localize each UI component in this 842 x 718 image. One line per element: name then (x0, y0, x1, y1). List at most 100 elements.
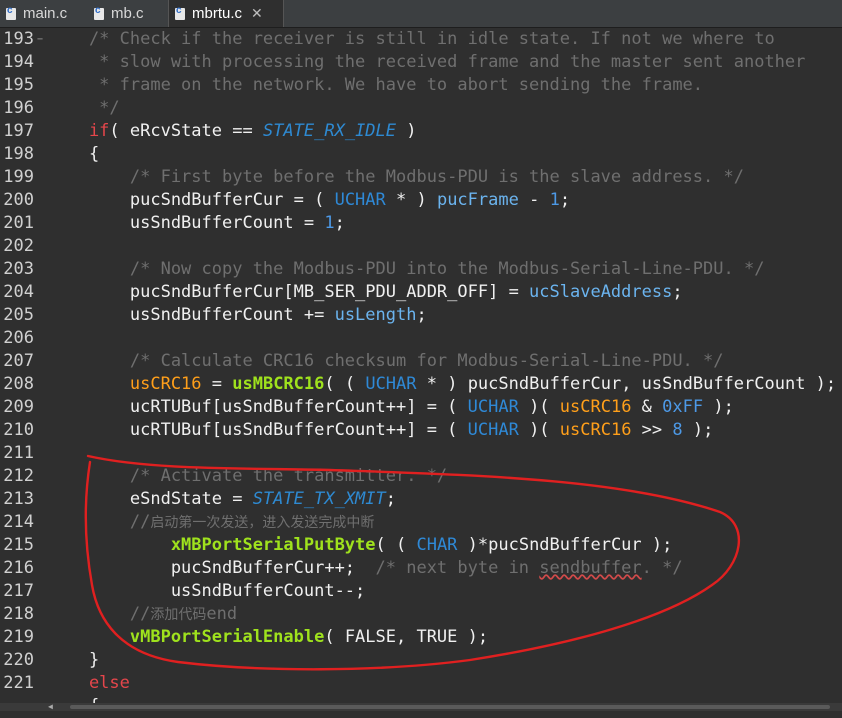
code-token: } (48, 650, 100, 670)
code-token: /* Check if the receiver is still in idl… (48, 29, 775, 49)
code-token: * slow with processing the received fram… (48, 52, 806, 72)
code-line[interactable]: usSndBufferCount--; (48, 580, 365, 603)
code-token: UCHAR (334, 190, 386, 210)
code-line[interactable]: /* Check if the receiver is still in idl… (48, 28, 775, 51)
code-line[interactable]: eSndState = STATE_TX_XMIT; (48, 488, 396, 511)
code-token: * ) (385, 190, 437, 210)
code-token: )( (518, 397, 560, 417)
line-number: 195 (3, 75, 34, 95)
code-token: - (518, 190, 550, 210)
fold-collapse-icon[interactable]: − (37, 28, 43, 51)
code-token: * frame on the network. We have to abort… (48, 75, 704, 95)
code-line[interactable]: usSndBufferCount += usLength; (48, 304, 427, 327)
code-token: */ (48, 98, 120, 118)
code-token: usLength (334, 305, 417, 325)
code-line[interactable]: * frame on the network. We have to abort… (48, 74, 703, 97)
code-token: { (48, 144, 100, 164)
code-token: . */ (641, 558, 683, 578)
line-number: 209 (3, 397, 34, 417)
code-line[interactable]: ucRTUBuf[usSndBufferCount++] = ( UCHAR )… (48, 396, 734, 419)
code-token: usSndBufferCount = (48, 213, 325, 233)
line-number: 221 (3, 673, 34, 693)
line-number: 213 (3, 489, 34, 509)
code-token: = (201, 374, 233, 394)
code-line[interactable]: * slow with processing the received fram… (48, 51, 805, 74)
line-number: 203 (3, 259, 34, 279)
tab-label: mbrtu.c (192, 5, 243, 22)
close-tab-icon[interactable]: ✕ (251, 5, 263, 22)
tab-mbrtu-c[interactable]: mbrtu.c ✕ (168, 0, 284, 27)
code-token: ( ( (375, 535, 417, 555)
code-token: ucRTUBuf[usSndBufferCount++] = ( (48, 397, 468, 417)
line-number: 217 (3, 581, 34, 601)
line-number: 205 (3, 305, 34, 325)
code-token: else (48, 673, 130, 693)
line-number: 201 (3, 213, 34, 233)
code-token: UCHAR (467, 397, 519, 417)
line-number: 218 (3, 604, 34, 624)
line-number: 215 (3, 535, 34, 555)
code-line[interactable]: //添加代码end (48, 603, 237, 626)
code-token: /* Now copy the Modbus-PDU into the Modb… (48, 259, 765, 279)
code-token: STATE_TX_XMIT (252, 489, 386, 509)
code-token: UCHAR (365, 374, 417, 394)
line-number: 200 (3, 190, 34, 210)
code-line[interactable]: //启动第一次发送，进入发送完成中断 (48, 511, 374, 534)
code-line[interactable]: usCRC16 = usMBCRC16( ( UCHAR * ) pucSndB… (48, 373, 836, 396)
code-line[interactable]: */ (48, 97, 120, 120)
code-line[interactable]: xMBPortSerialPutByte( ( CHAR )*pucSndBuf… (48, 534, 673, 557)
code-token: usSndBufferCount += (48, 305, 335, 325)
code-token: ; (416, 305, 427, 325)
code-line[interactable]: if( eRcvState == STATE_RX_IDLE ) (48, 120, 417, 143)
line-number: 196 (3, 98, 34, 118)
code-token: CHAR (416, 535, 458, 555)
code-token: 8 (672, 420, 683, 440)
code-line[interactable]: /* Activate the transmitter. */ (48, 465, 447, 488)
code-token: ucRTUBuf[usSndBufferCount++] = ( (48, 420, 468, 440)
code-token: & (631, 397, 663, 417)
code-line[interactable]: /* First byte before the Modbus-PDU is t… (48, 166, 744, 189)
code-line[interactable]: /* Calculate CRC16 checksum for Modbus-S… (48, 350, 724, 373)
code-line[interactable]: { (48, 143, 99, 166)
code-editor[interactable]: − 193 194 195 196 197 198 199 200 201 202 203 204 20… (0, 28, 842, 711)
code-line[interactable]: } (48, 649, 99, 672)
tab-main-c[interactable]: main.c (0, 0, 90, 27)
line-number-gutter: − 193 194 195 196 197 198 199 200 201 202 203 204 20… (0, 28, 43, 711)
code-token: ; (672, 282, 683, 302)
code-line[interactable]: pucSndBufferCur = ( UCHAR * ) pucFrame -… (48, 189, 570, 212)
code-line[interactable]: usSndBufferCount = 1; (48, 212, 345, 235)
code-line[interactable]: else (48, 672, 130, 695)
line-number: 194 (3, 52, 34, 72)
c-file-icon (6, 5, 16, 20)
code-token: /* Activate the transmitter. */ (48, 466, 448, 486)
code-token: // (48, 512, 151, 532)
tab-label: mb.c (111, 5, 144, 22)
code-token: ( ( (324, 374, 366, 394)
code-line[interactable]: pucSndBufferCur++; /* next byte in sendb… (48, 557, 683, 580)
code-token: // (48, 604, 151, 624)
line-number: 204 (3, 282, 34, 302)
tab-mb-c[interactable]: mb.c (90, 0, 172, 27)
code-area[interactable]: /* Check if the receiver is still in idl… (48, 28, 842, 711)
code-token: if (48, 121, 110, 141)
code-token: 添加代码 (150, 607, 207, 623)
code-token: xMBPortSerialPutByte (48, 535, 376, 555)
code-token: /* next byte in (375, 558, 540, 578)
code-token: ucSlaveAddress (529, 282, 673, 302)
code-token: usCRC16 (559, 420, 632, 440)
line-number: 207 (3, 351, 34, 371)
line-number: 214 (3, 512, 34, 532)
code-line[interactable]: pucSndBufferCur[MB_SER_PDU_ADDR_OFF] = u… (48, 281, 683, 304)
scroll-left-icon[interactable]: ◀ (48, 703, 62, 711)
code-token: 0xFF (662, 397, 704, 417)
code-token: )( (518, 420, 560, 440)
line-number: 198 (3, 144, 34, 164)
line-number: 219 (3, 627, 34, 647)
line-number: 208 (3, 374, 34, 394)
line-number: 211 (3, 443, 34, 463)
code-line[interactable]: /* Now copy the Modbus-PDU into the Modb… (48, 258, 765, 281)
scrollbar-thumb[interactable] (70, 705, 830, 709)
c-file-icon (175, 5, 185, 20)
code-line[interactable]: ucRTUBuf[usSndBufferCount++] = ( UCHAR )… (48, 419, 713, 442)
code-line[interactable]: vMBPortSerialEnable( FALSE, TRUE ); (48, 626, 488, 649)
